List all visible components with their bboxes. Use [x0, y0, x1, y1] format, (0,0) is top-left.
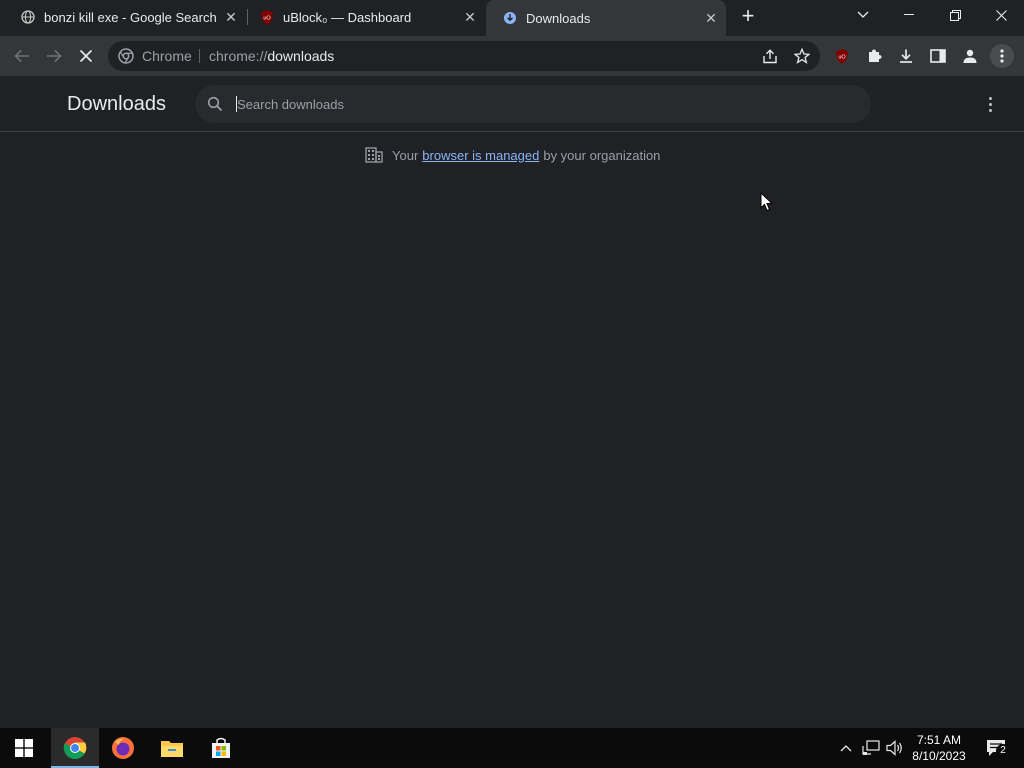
side-panel-icon: [930, 49, 946, 63]
windows-taskbar: 7:51 AM 8/10/2023 2: [0, 728, 1024, 768]
clock-date: 8/10/2023: [912, 749, 966, 763]
file-explorer-icon: [161, 741, 183, 757]
minimize-button[interactable]: [886, 0, 932, 30]
browser-toolbar: Chrome chrome://downloads uO: [0, 36, 1024, 76]
mouse-pointer-icon: [760, 191, 774, 217]
taskbar-file-explorer[interactable]: [148, 728, 196, 768]
tab-title: uBlock₀ — Dashboard: [283, 9, 412, 25]
tab-google-search[interactable]: bonzi kill exe - Google Search ✕: [0, 0, 246, 34]
forward-arrow-icon: [47, 49, 62, 63]
back-button[interactable]: [10, 44, 34, 68]
downloads-header: Downloads: [0, 76, 1024, 132]
speaker-icon: [886, 740, 902, 756]
profile-icon: [963, 49, 977, 63]
store-icon: [212, 737, 230, 758]
kebab-dot: [988, 108, 992, 112]
clock-time: 7:51 AM: [916, 733, 962, 747]
tab-ublock-dashboard[interactable]: uO uBlock₀ — Dashboard ✕: [239, 0, 485, 34]
minimize-icon: [904, 14, 914, 15]
new-tab-button[interactable]: +: [738, 5, 758, 27]
managed-notice: Your browser is managed by your organiza…: [365, 147, 660, 163]
close-icon: [995, 9, 1007, 21]
extensions-button[interactable]: [862, 44, 886, 68]
building-icon: [365, 147, 383, 163]
taskbar-firefox[interactable]: [99, 728, 147, 768]
managed-prefix: Your: [392, 147, 419, 163]
svg-text:uO: uO: [838, 54, 846, 60]
managed-suffix: by your organization: [543, 147, 661, 163]
url-host: downloads: [267, 48, 335, 64]
chevron-down-icon: [857, 11, 869, 18]
chrome-page-icon: [118, 48, 134, 64]
notification-count-badge: 2: [996, 744, 1010, 758]
search-box[interactable]: [195, 85, 871, 123]
omnibox-chip: Chrome: [142, 48, 192, 64]
kebab-menu-icon: [1000, 49, 1004, 63]
show-hidden-icons-button[interactable]: [836, 728, 856, 768]
download-icon: [900, 49, 912, 63]
close-icon[interactable]: ✕: [702, 9, 720, 27]
ublock-extension-button[interactable]: uO: [830, 44, 854, 68]
share-button[interactable]: [758, 44, 782, 68]
restore-button[interactable]: [932, 0, 978, 30]
taskbar-chrome[interactable]: [51, 728, 99, 768]
more-actions-button[interactable]: [980, 94, 1000, 114]
close-icon[interactable]: ✕: [461, 8, 479, 26]
address-bar[interactable]: Chrome chrome://downloads: [108, 41, 820, 71]
ublock-icon: uO: [259, 9, 275, 25]
puzzle-icon: [869, 49, 882, 62]
svg-text:uO: uO: [263, 15, 271, 21]
share-icon: [763, 48, 777, 63]
tab-downloads[interactable]: Downloads ✕: [486, 0, 726, 36]
firefox-icon: [112, 737, 134, 759]
stop-button[interactable]: [74, 44, 98, 68]
start-button[interactable]: [0, 728, 48, 768]
tab-strip: bonzi kill exe - Google Search ✕ uO uBlo…: [0, 0, 1024, 36]
back-arrow-icon: [14, 49, 29, 63]
network-button[interactable]: [860, 728, 882, 768]
side-panel-button[interactable]: [926, 44, 950, 68]
downloads-button[interactable]: [894, 44, 918, 68]
close-icon[interactable]: ✕: [222, 8, 240, 26]
search-input[interactable]: [237, 93, 837, 115]
forward-button[interactable]: [42, 44, 66, 68]
browser-managed-link[interactable]: browser is managed: [422, 148, 539, 163]
action-center-button[interactable]: 2: [976, 728, 1016, 768]
volume-button[interactable]: [884, 728, 906, 768]
chevron-up-icon: [840, 745, 852, 752]
taskbar-store[interactable]: [197, 728, 245, 768]
network-icon: [862, 740, 880, 755]
ublock-icon: uO: [836, 48, 848, 64]
globe-icon: [20, 9, 36, 25]
restore-icon: [949, 9, 961, 21]
stop-icon: [79, 49, 93, 63]
omnibox-divider: [199, 49, 200, 63]
url-prefix: chrome://: [209, 48, 268, 64]
chrome-menu-button[interactable]: [990, 44, 1014, 68]
download-icon: [502, 10, 518, 26]
bookmark-star-button[interactable]: [790, 44, 814, 68]
taskbar-clock[interactable]: 7:51 AM 8/10/2023: [908, 732, 970, 764]
kebab-dot: [988, 102, 992, 106]
star-icon: [794, 48, 810, 64]
kebab-dot: [988, 96, 992, 100]
windows-start-icon: [15, 739, 33, 757]
tab-title: Downloads: [526, 10, 591, 26]
search-icon: [207, 96, 223, 112]
close-window-button[interactable]: [978, 0, 1024, 30]
tab-title: bonzi kill exe - Google Search: [44, 9, 217, 25]
chrome-icon: [63, 737, 87, 759]
profile-button[interactable]: [958, 44, 982, 68]
tab-search-button[interactable]: [840, 0, 886, 30]
url-text[interactable]: chrome://downloads: [209, 48, 334, 64]
page-title: Downloads: [67, 93, 166, 115]
